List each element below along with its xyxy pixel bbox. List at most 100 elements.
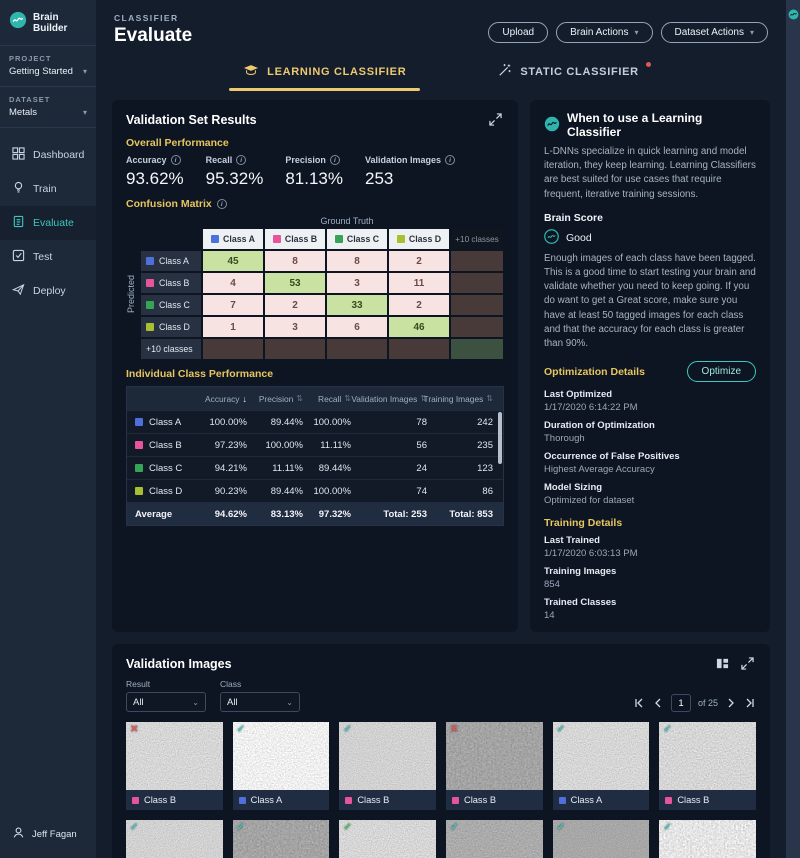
sidebar-item-dashboard[interactable]: Dashboard	[0, 138, 96, 172]
matrix-col-header-extra[interactable]: +10 classes	[451, 229, 503, 249]
matrix-cell: 3	[265, 317, 325, 337]
validation-image[interactable]: ✓ Class B	[553, 820, 650, 858]
user-icon	[12, 826, 25, 842]
table-row[interactable]: Class B 97.23% 100.00% 11.11% 56 235	[127, 433, 503, 456]
table-row[interactable]: Class D 90.23% 89.44% 100.00% 74 86	[127, 479, 503, 502]
table-scrollbar[interactable]	[498, 412, 502, 464]
matrix-row-header-d: Class D	[141, 317, 201, 337]
checkbox-icon	[12, 249, 25, 265]
dataset-selector[interactable]: DATASET Metals ▾	[0, 87, 96, 128]
class-d-swatch	[397, 235, 405, 243]
last-page-button[interactable]	[744, 697, 756, 709]
validation-image[interactable]: ✓ Class A	[233, 722, 330, 810]
class-color-swatch	[452, 797, 459, 804]
matrix-cell: 45	[203, 251, 263, 271]
validation-image[interactable]: ✓ Class B	[659, 722, 756, 810]
result-filter-select[interactable]: All ⌄	[126, 692, 206, 712]
validation-image[interactable]: ✓ Class B	[339, 722, 436, 810]
class-color-swatch	[345, 797, 352, 804]
app-title: Brain Builder	[33, 12, 87, 34]
details-view-icon[interactable]	[714, 655, 731, 672]
expand-icon[interactable]	[739, 655, 756, 672]
field-training-images: Training Images 854	[544, 566, 756, 590]
predicted-label: Predicted	[126, 229, 137, 359]
validation-image[interactable]: ✓ Class B	[659, 820, 756, 858]
validation-image-grid: ✕ Class B ✓ Class A ✓ Class B ✕ Class B	[126, 722, 756, 858]
sidebar: Brain Builder PROJECT Getting Started ▾ …	[0, 0, 96, 858]
optimize-button[interactable]: Optimize	[687, 361, 756, 382]
class-color-swatch	[132, 797, 139, 804]
tab-learning-classifier[interactable]: LEARNING CLASSIFIER	[229, 55, 420, 91]
overall-performance-heading: Overall Performance	[126, 137, 504, 149]
user-name: Jeff Fagan	[32, 829, 77, 840]
sort-header-accuracy[interactable]: Accuracy↓	[199, 394, 255, 404]
table-average-row: Average 94.62% 83.13% 97.32% Total: 253 …	[127, 502, 503, 525]
brain-builder-logo-icon	[9, 11, 27, 34]
dataset-actions-button[interactable]: Dataset Actions ▾	[661, 22, 769, 43]
tab-static-classifier[interactable]: STATIC CLASSIFIER	[484, 55, 652, 91]
metric-label: Validation Images	[365, 155, 441, 165]
matrix-cell-extra	[389, 339, 449, 359]
brain-icon	[544, 116, 560, 135]
sidebar-item-train[interactable]: Train	[0, 172, 96, 206]
table-row[interactable]: Class A 100.00% 89.44% 100.00% 78 242	[127, 410, 503, 433]
previous-page-button[interactable]	[652, 697, 664, 709]
user-account[interactable]: Jeff Fagan	[0, 818, 96, 850]
info-icon[interactable]: i	[236, 155, 246, 165]
project-selector[interactable]: PROJECT Getting Started ▾	[0, 46, 96, 87]
matrix-row-header-extra[interactable]: +10 classes	[141, 339, 201, 359]
main-content: CLASSIFIER Evaluate Upload Brain Actions…	[96, 0, 786, 858]
info-icon[interactable]: i	[171, 155, 181, 165]
metric-recall: Recalli 95.32%	[206, 155, 264, 189]
sidebar-item-deploy[interactable]: Deploy	[0, 274, 96, 308]
class-filter-select[interactable]: All ⌄	[220, 692, 300, 712]
first-page-button[interactable]	[633, 697, 645, 709]
validation-image[interactable]: ✓ Class A	[553, 722, 650, 810]
sidebar-item-evaluate[interactable]: Evaluate	[0, 206, 96, 240]
class-label: Class A	[251, 795, 283, 805]
sort-header-precision[interactable]: Precision⇅	[255, 394, 311, 404]
class-label: Class B	[144, 795, 176, 805]
paper-plane-icon	[12, 283, 25, 299]
next-page-button[interactable]	[725, 697, 737, 709]
metric-label: Precision	[285, 155, 326, 165]
matrix-cell: 11	[389, 273, 449, 293]
brain-score-value: Good	[566, 232, 592, 244]
expand-icon[interactable]	[487, 111, 504, 128]
validation-image[interactable]: ✕ Class B	[126, 722, 223, 810]
validation-image[interactable]: ✓ Class C	[126, 820, 223, 858]
class-b-swatch	[273, 235, 281, 243]
class-c-swatch	[146, 301, 154, 309]
class-performance-table: Accuracy↓ Precision⇅ Recall⇅ Validation …	[126, 386, 504, 526]
class-b-swatch	[146, 279, 154, 287]
tab-label: LEARNING CLASSIFIER	[267, 66, 406, 78]
classifier-tabs: LEARNING CLASSIFIER STATIC CLASSIFIER	[112, 55, 770, 91]
validation-image[interactable]: ✓ Class D	[339, 820, 436, 858]
page-number-input[interactable]: 1	[671, 694, 691, 712]
info-icon[interactable]: i	[217, 199, 227, 209]
validation-image[interactable]: ✓ Class B	[233, 820, 330, 858]
matrix-cell-extra	[265, 339, 325, 359]
sort-header-training-images[interactable]: Training Images⇅	[435, 394, 501, 404]
validation-image[interactable]: ✕ Class B	[446, 722, 543, 810]
pass-icon: ✓	[450, 822, 458, 833]
table-row[interactable]: Class C 94.21% 11.11% 89.44% 24 123	[127, 456, 503, 479]
chevron-down-icon: ▾	[634, 28, 638, 37]
validation-image[interactable]: ✓ Class C	[446, 820, 543, 858]
page-header: CLASSIFIER Evaluate Upload Brain Actions…	[112, 0, 770, 49]
info-icon[interactable]: i	[330, 155, 340, 165]
metric-label: Accuracy	[126, 155, 167, 165]
sidebar-item-test[interactable]: Test	[0, 240, 96, 274]
brain-actions-button[interactable]: Brain Actions ▾	[556, 22, 652, 43]
fail-icon: ✕	[450, 724, 458, 735]
tab-label: STATIC CLASSIFIER	[520, 66, 638, 78]
pass-icon: ✓	[663, 822, 671, 833]
info-icon[interactable]: i	[445, 155, 455, 165]
collapsed-panel-strip[interactable]	[786, 0, 800, 858]
app-logo[interactable]: Brain Builder	[0, 0, 96, 46]
pass-icon: ✓	[663, 724, 671, 735]
metric-precision: Precisioni 81.13%	[285, 155, 343, 189]
validation-images-card: Validation Images Result All ⌄ Class	[112, 644, 770, 858]
upload-button[interactable]: Upload	[488, 22, 548, 43]
class-filter-label: Class	[220, 679, 300, 689]
